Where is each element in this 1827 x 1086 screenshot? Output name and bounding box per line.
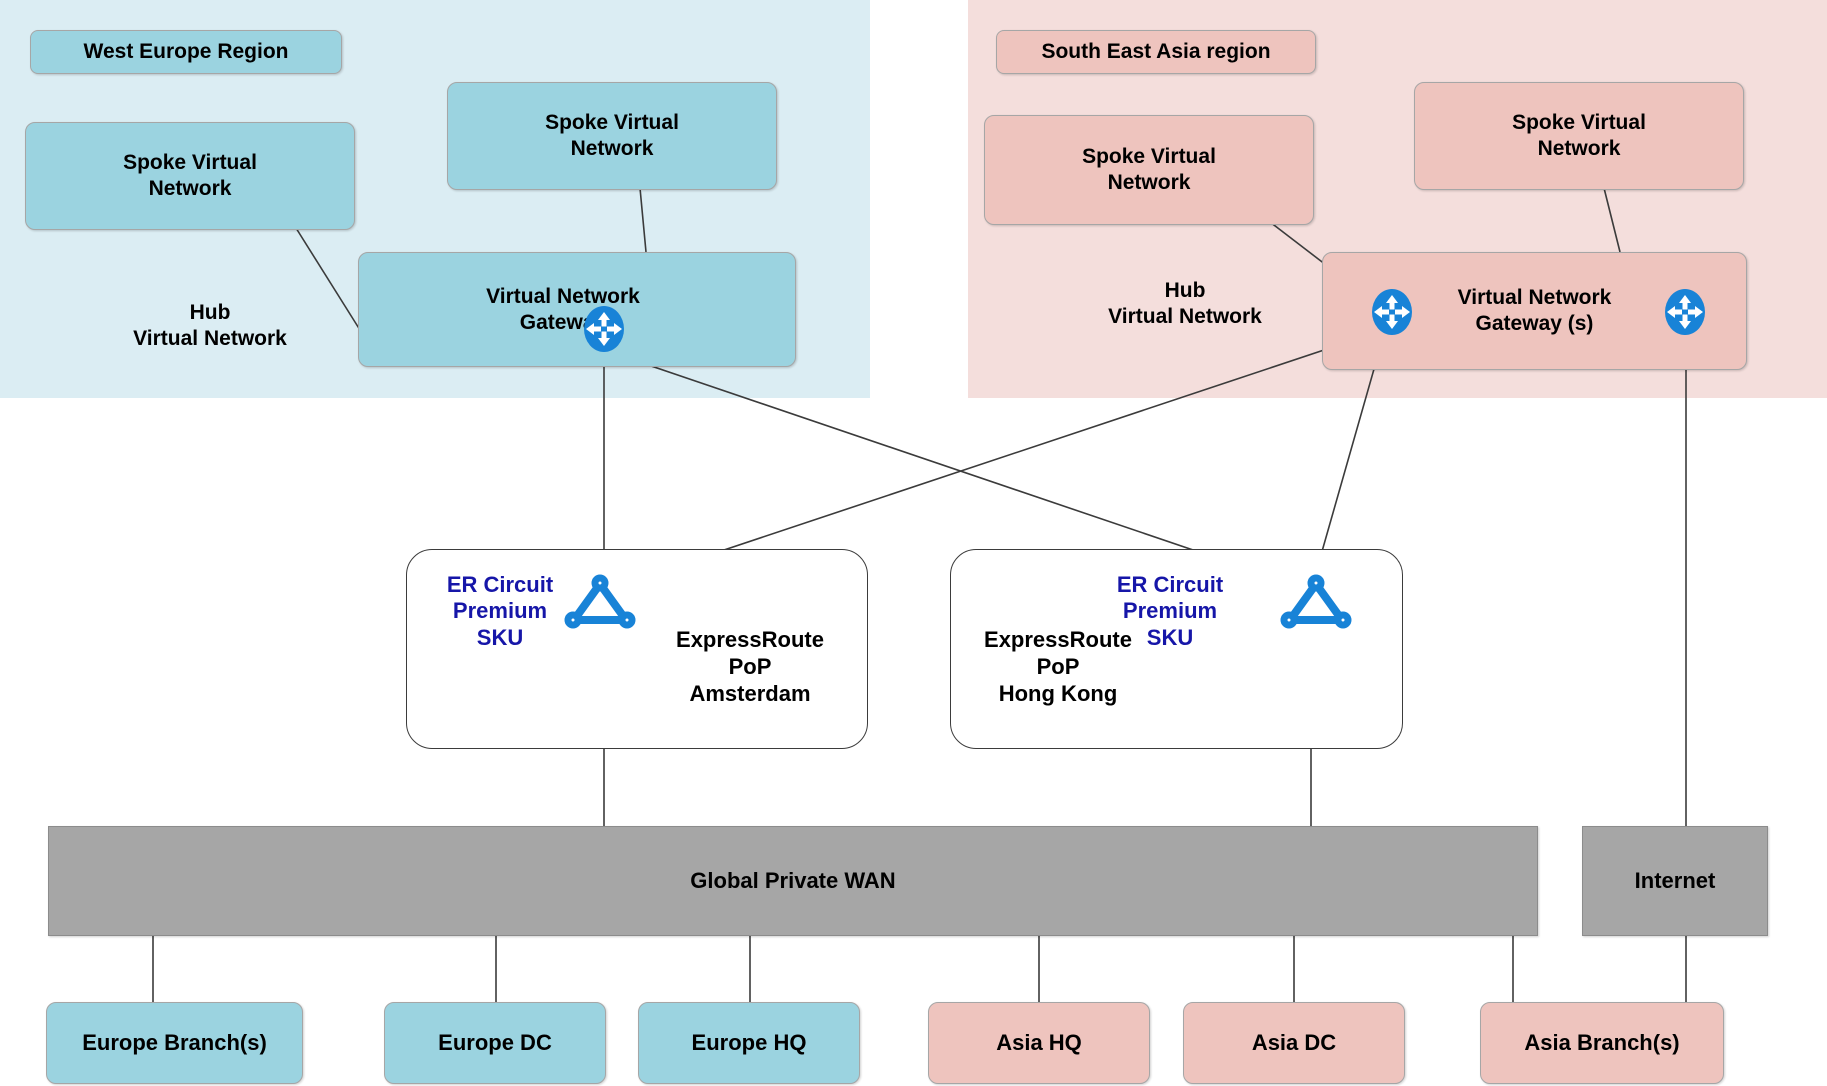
asia-spoke-vnet-left[interactable]: Spoke Virtual Network — [984, 115, 1314, 225]
region-label-south-east-asia: South East Asia region — [996, 30, 1316, 74]
global-private-wan-label: Global Private WAN — [690, 867, 896, 893]
internet-label: Internet — [1634, 867, 1716, 893]
er-circuit-amsterdam-line1: ER Circuit — [446, 572, 554, 597]
diagram-canvas: West Europe Region South East Asia regio… — [0, 0, 1827, 1086]
site-asia-dc[interactable]: Asia DC — [1183, 1002, 1405, 1084]
eu-spoke-vnet-top-line1: Spoke Virtual — [545, 111, 679, 135]
asia-spoke-vnet-top-line2: Network — [1537, 137, 1621, 160]
er-circuit-hong-kong-line2: Premium — [1122, 598, 1218, 624]
asia-vnet-gateway-line1: Virtual Network — [1457, 286, 1612, 310]
site-asia-dc-label: Asia DC — [1251, 1029, 1337, 1055]
asia-spoke-vnet-left-line2: Network — [1107, 171, 1191, 194]
site-asia-branches[interactable]: Asia Branch(s) — [1480, 1002, 1724, 1084]
asia-spoke-vnet-left-line1: Spoke Virtual — [1082, 145, 1216, 169]
er-circuit-amsterdam-line3: SKU — [476, 624, 524, 650]
pop-hong-kong-line2: PoP — [1036, 653, 1080, 679]
asia-spoke-vnet-top-line1: Spoke Virtual — [1512, 111, 1646, 135]
site-europe-dc[interactable]: Europe DC — [384, 1002, 606, 1084]
er-circuit-hong-kong-line1: ER Circuit — [1116, 572, 1224, 597]
asia-hub-vnet-line1: Hub — [1164, 279, 1206, 302]
internet[interactable]: Internet — [1582, 826, 1768, 936]
pop-amsterdam-line2: PoP — [728, 653, 772, 679]
virtual-network-gateway-icon — [1368, 288, 1416, 336]
er-circuit-hong-kong-line3: SKU — [1146, 624, 1194, 650]
site-asia-hq[interactable]: Asia HQ — [928, 1002, 1150, 1084]
eu-spoke-vnet-left[interactable]: Spoke Virtual Network — [25, 122, 355, 230]
site-europe-hq[interactable]: Europe HQ — [638, 1002, 860, 1084]
eu-spoke-vnet-left-line1: Spoke Virtual — [123, 151, 257, 175]
eu-vnet-gateway[interactable]: Virtual Network Gateway — [358, 252, 796, 367]
asia-hub-vnet-line2: Virtual Network — [1108, 304, 1262, 328]
eu-spoke-vnet-top[interactable]: Spoke Virtual Network — [447, 82, 777, 190]
pop-amsterdam-line1: ExpressRoute — [676, 627, 824, 652]
global-private-wan[interactable]: Global Private WAN — [48, 826, 1538, 936]
region-label-west-europe: West Europe Region — [30, 30, 342, 74]
eu-hub-vnet-line2: Virtual Network — [133, 326, 287, 350]
site-europe-dc-label: Europe DC — [438, 1029, 552, 1055]
asia-vnet-gateway-line2: Gateway (s) — [1475, 312, 1594, 335]
site-europe-branches-label: Europe Branch(s) — [82, 1029, 267, 1055]
site-asia-branches-label: Asia Branch(s) — [1524, 1029, 1680, 1055]
eu-hub-vnet-label: Hub Virtual Network — [100, 300, 320, 351]
asia-hub-vnet-label: Hub Virtual Network — [1070, 278, 1300, 329]
eu-spoke-vnet-left-line2: Network — [148, 177, 232, 200]
asia-spoke-vnet-top[interactable]: Spoke Virtual Network — [1414, 82, 1744, 190]
eu-hub-vnet-line1: Hub — [189, 301, 231, 324]
er-circuit-label-hong-kong: ER Circuit Premium SKU — [1096, 572, 1244, 651]
site-europe-branches[interactable]: Europe Branch(s) — [46, 1002, 303, 1084]
pop-amsterdam-line3: Amsterdam — [689, 680, 811, 706]
site-europe-hq-label: Europe HQ — [691, 1029, 807, 1055]
er-circuit-label-amsterdam: ER Circuit Premium SKU — [426, 572, 574, 651]
region-label-west-europe-text: West Europe Region — [83, 40, 289, 63]
virtual-network-gateway-icon — [1661, 288, 1709, 336]
virtual-network-gateway-icon — [580, 305, 628, 353]
eu-spoke-vnet-top-line2: Network — [570, 137, 654, 160]
site-asia-hq-label: Asia HQ — [996, 1029, 1082, 1055]
expressroute-circuit-icon — [1274, 570, 1358, 632]
region-label-south-east-asia-text: South East Asia region — [1041, 40, 1271, 63]
pop-hong-kong-line3: Hong Kong — [998, 680, 1118, 706]
pop-label-amsterdam: ExpressRoute PoP Amsterdam — [650, 627, 850, 707]
er-circuit-amsterdam-line2: Premium — [452, 598, 548, 624]
